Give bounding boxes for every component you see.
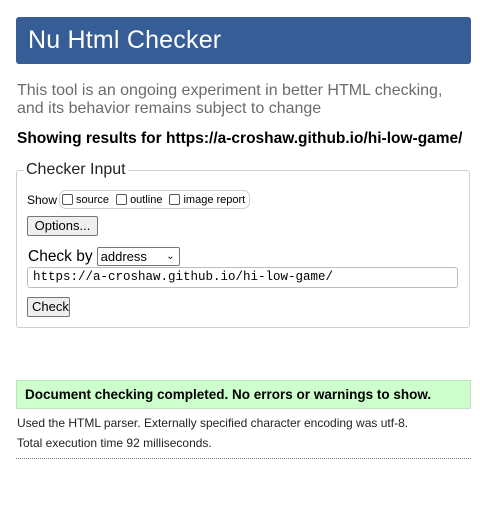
options-button[interactable]: Options...: [27, 216, 98, 236]
divider: [16, 458, 471, 459]
outline-checkbox-label[interactable]: outline: [130, 194, 162, 206]
chevron-down-icon[interactable]: ⌄: [166, 251, 174, 262]
show-image-report-option[interactable]: image report: [169, 194, 245, 206]
source-checkbox[interactable]: [62, 194, 74, 205]
parser-note: Used the HTML parser. Externally specifi…: [17, 416, 409, 430]
showing-results-heading: Showing results for https://a-croshaw.gi…: [17, 130, 463, 147]
page-title: Nu Html Checker: [28, 26, 222, 54]
execution-time: Total execution time 92 milliseconds.: [17, 436, 212, 450]
check-by-row: Check by address ⌄: [28, 247, 180, 266]
check-by-label: Check by: [28, 247, 93, 265]
source-checkbox-label[interactable]: source: [76, 194, 109, 206]
image-report-checkbox-label[interactable]: image report: [183, 194, 245, 206]
check-by-selected-value[interactable]: address: [101, 249, 147, 264]
show-source-option[interactable]: source: [62, 194, 109, 206]
checker-input-legend: Checker Input: [24, 161, 128, 179]
page-header: Nu Html Checker: [16, 17, 471, 64]
show-label: Show: [27, 192, 58, 207]
check-by-select[interactable]: address ⌄: [96, 247, 180, 266]
check-button[interactable]: Check: [27, 297, 70, 317]
outline-checkbox[interactable]: [116, 194, 128, 205]
image-report-checkbox[interactable]: [169, 194, 181, 205]
show-options-group: source outline image report: [59, 190, 251, 209]
intro-text: This tool is an ongoing experiment in be…: [17, 82, 443, 117]
show-outline-option[interactable]: outline: [116, 194, 162, 206]
url-input[interactable]: https://a-croshaw.github.io/hi-low-game/: [27, 267, 458, 288]
success-message: Document checking completed. No errors o…: [16, 380, 471, 409]
checker-input-fieldset: Checker Input Show source outline image …: [16, 161, 470, 328]
show-options-row: Show source outline image report: [27, 190, 251, 209]
